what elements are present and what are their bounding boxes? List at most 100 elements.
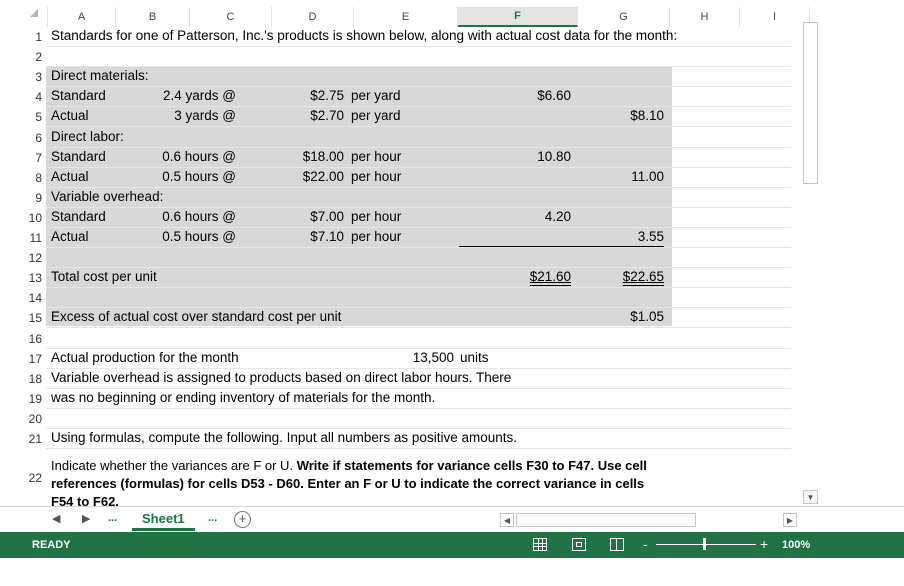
vertical-scroll-thumb[interactable] <box>803 22 818 184</box>
row-18[interactable]: 18 Variable overhead is assigned to produ… <box>0 368 791 389</box>
column-header-c[interactable]: C <box>190 7 272 27</box>
row-number[interactable]: 11 <box>0 231 46 245</box>
cell-f-4[interactable]: $6.60 <box>537 88 571 103</box>
row-1[interactable]: 1 Standards for one of Patterson, Inc.'s … <box>0 26 791 47</box>
column-header-h[interactable]: H <box>670 7 740 27</box>
row-number[interactable]: 20 <box>0 412 46 426</box>
next-sheet-icon[interactable]: ▶ <box>82 512 90 525</box>
row-14[interactable]: 14 <box>0 287 791 309</box>
row-2[interactable]: 2 <box>0 46 791 68</box>
column-header-i[interactable]: I <box>740 7 810 27</box>
page-layout-view-icon[interactable] <box>572 538 586 551</box>
cell-a-1[interactable]: Standards for one of Patterson, Inc.'s p… <box>51 28 677 43</box>
row-17[interactable]: 17 Actual production for the month 13,500 u… <box>0 348 791 369</box>
row-13[interactable]: 13 Total cost per unit $21.60 $22.65 <box>0 267 791 289</box>
row-number[interactable]: 3 <box>0 70 46 84</box>
cell-e2-17[interactable]: units <box>460 350 489 365</box>
row-number[interactable]: 15 <box>0 311 46 325</box>
row-15[interactable]: 15 Excess of actual cost over standard co… <box>0 307 791 329</box>
row-number[interactable]: 9 <box>0 191 46 205</box>
cell-d-8[interactable]: $22.00 <box>303 169 344 184</box>
row-number[interactable]: 4 <box>0 90 46 104</box>
cell-d-4[interactable]: $2.75 <box>310 88 344 103</box>
sheet-tab-sheet1[interactable]: Sheet1 <box>132 507 195 531</box>
row-21[interactable]: 21 Using formulas, compute the following.… <box>0 428 791 449</box>
row-10[interactable]: 10 Standard 0.6 hours @ $7.00 per hour 4.20 <box>0 207 791 228</box>
cell-c-7[interactable]: 0.6 hours @ <box>162 149 236 164</box>
cell-c-4[interactable]: 2.4 yards @ <box>163 88 236 103</box>
row-20[interactable]: 20 <box>0 408 791 429</box>
cell-a-15[interactable]: Excess of actual cost over standard cost… <box>51 309 341 324</box>
page-break-view-icon[interactable] <box>610 538 624 551</box>
cell-f-13[interactable]: $21.60 <box>530 269 571 284</box>
more-sheets-left[interactable]: ... <box>108 512 117 524</box>
cell-e-10[interactable]: per hour <box>351 209 401 224</box>
cell-a-4[interactable]: Standard <box>51 88 106 103</box>
cell-e-7[interactable]: per hour <box>351 149 401 164</box>
row-4[interactable]: 4 Standard 2.4 yards @ $2.75 per yard $6.60 <box>0 86 791 108</box>
row-3[interactable]: 3 Direct materials: <box>0 66 791 88</box>
column-header-g[interactable]: G <box>578 7 670 27</box>
cell-g-8[interactable]: 11.00 <box>631 169 664 184</box>
cell-c-10[interactable]: 0.6 hours @ <box>162 209 236 224</box>
zoom-in-button[interactable]: + <box>760 536 768 552</box>
cell-a-5[interactable]: Actual <box>51 108 89 123</box>
cell-a-18[interactable]: Variable overhead is assigned to product… <box>51 370 511 385</box>
cell-e-4[interactable]: per yard <box>351 88 401 103</box>
row-16[interactable]: 16 <box>0 328 791 349</box>
row-number[interactable]: 12 <box>0 251 46 265</box>
cell-c-5[interactable]: 3 yards @ <box>174 108 236 123</box>
cell-d-5[interactable]: $2.70 <box>310 108 344 123</box>
cell-a-19[interactable]: was no beginning or ending inventory of … <box>51 390 435 405</box>
cell-e-8[interactable]: per hour <box>351 169 401 184</box>
scroll-left-icon[interactable]: ◀ <box>500 513 514 527</box>
cell-d2-17[interactable]: 13,500 <box>413 350 454 365</box>
row-7[interactable]: 7 Standard 0.6 hours @ $18.00 per hour 10.80 <box>0 147 791 168</box>
cell-a-11[interactable]: Actual <box>51 229 89 244</box>
row-number[interactable]: 5 <box>0 110 46 124</box>
cell-f-7[interactable]: 10.80 <box>537 149 571 164</box>
cell-e-11[interactable]: per hour <box>351 229 401 244</box>
row-number[interactable]: 10 <box>0 211 46 225</box>
column-header-d[interactable]: D <box>272 7 354 27</box>
row-19[interactable]: 19 was no beginning or ending inventory o… <box>0 388 791 409</box>
cell-a-17[interactable]: Actual production for the month <box>51 350 239 365</box>
column-header-a[interactable]: A <box>48 7 116 27</box>
cell-a-21[interactable]: Using formulas, compute the following. I… <box>51 430 517 445</box>
normal-view-icon[interactable] <box>533 538 547 551</box>
row-number[interactable]: 19 <box>0 392 46 406</box>
cell-a-9[interactable]: Variable overhead: <box>51 189 163 204</box>
more-sheets-right[interactable]: ... <box>208 512 217 524</box>
cell-a-6[interactable]: Direct labor: <box>51 129 124 144</box>
column-header-e[interactable]: E <box>354 7 458 27</box>
scroll-right-icon[interactable]: ▶ <box>783 513 797 527</box>
zoom-level[interactable]: 100% <box>782 539 810 551</box>
row-12[interactable]: 12 <box>0 247 791 269</box>
cell-e-5[interactable]: per yard <box>351 108 401 123</box>
cell-d-11[interactable]: $7.10 <box>310 229 344 244</box>
row-22[interactable]: 22 Indicate whether the variances are F … <box>0 456 790 506</box>
row-5[interactable]: 5 Actual 3 yards @ $2.70 per yard $8.10 <box>0 106 791 128</box>
row-22-text[interactable]: Indicate whether the variances are F or … <box>51 458 647 473</box>
add-sheet-icon[interactable]: + <box>234 511 251 528</box>
cell-g-13[interactable]: $22.65 <box>623 269 664 284</box>
row-number[interactable]: 16 <box>0 332 46 346</box>
row-number[interactable]: 1 <box>0 30 46 44</box>
cell-a-10[interactable]: Standard <box>51 209 106 224</box>
row-number[interactable]: 18 <box>0 372 46 386</box>
row-8[interactable]: 8 Actual 0.5 hours @ $22.00 per hour 11.00 <box>0 167 791 188</box>
cell-c-11[interactable]: 0.5 hours @ <box>162 229 236 244</box>
row-9[interactable]: 9 Variable overhead: <box>0 187 791 208</box>
row-number[interactable]: 21 <box>0 432 46 446</box>
row-number[interactable]: 14 <box>0 291 46 305</box>
cell-a-3[interactable]: Direct materials: <box>51 68 149 83</box>
column-header-b[interactable]: B <box>116 7 190 27</box>
cell-g-11[interactable]: 3.55 <box>638 229 664 244</box>
cell-c-8[interactable]: 0.5 hours @ <box>162 169 236 184</box>
vertical-scrollbar[interactable]: ▼ <box>801 20 820 504</box>
row-6[interactable]: 6 Direct labor: <box>0 127 791 148</box>
cell-g-5[interactable]: $8.10 <box>630 108 664 123</box>
cell-a-8[interactable]: Actual <box>51 169 89 184</box>
row-11[interactable]: 11 Actual 0.5 hours @ $7.10 per hour 3.55 <box>0 227 791 248</box>
row-number[interactable]: 6 <box>0 131 46 145</box>
